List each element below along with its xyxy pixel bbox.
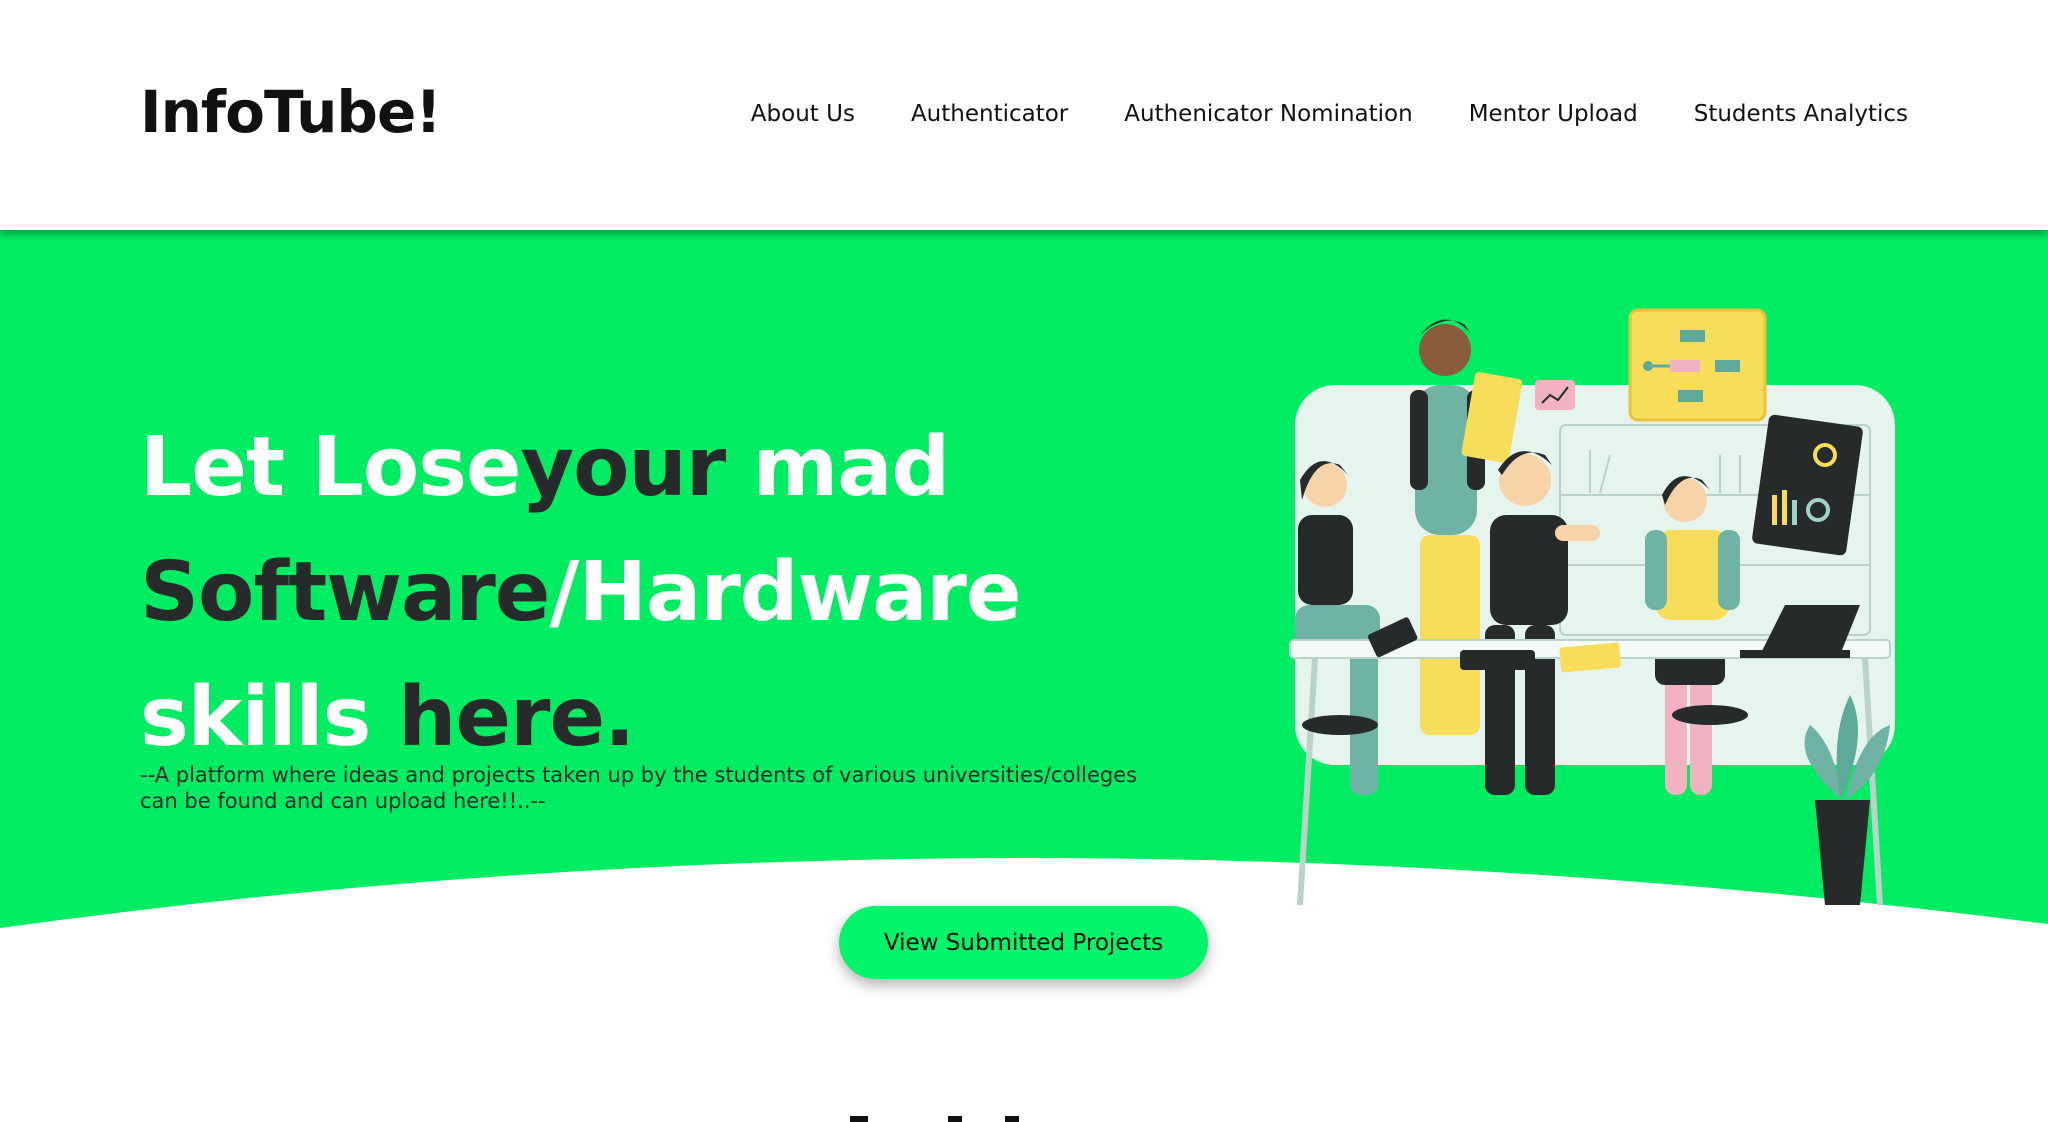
hero-title-part: your <box>520 420 727 515</box>
view-submitted-projects-button[interactable]: View Submitted Projects <box>839 906 1208 979</box>
nav-mentor-upload[interactable]: Mentor Upload <box>1469 101 1638 127</box>
nav-about-us[interactable]: About Us <box>751 101 855 127</box>
team-working-illustration <box>1289 308 1895 905</box>
hero-subtitle-line: can be found and can upload here!!..-- <box>140 789 546 813</box>
site-header: InfoTube! About Us Authenticator Autheni… <box>0 0 2048 230</box>
nav-students-analytics[interactable]: Students Analytics <box>1694 101 1908 127</box>
hero-title-part: skills <box>140 670 399 765</box>
hero-subtitle: --A platform where ideas and projects ta… <box>140 762 1140 814</box>
site-logo[interactable]: InfoTube! <box>140 78 442 146</box>
hero-title-part: here. <box>398 670 635 765</box>
hero-title-part: mad <box>725 420 950 515</box>
next-section-heading-partial <box>850 1116 1019 1122</box>
hero-title-part: Let Lose <box>140 420 522 515</box>
nav-authenticator-nomination[interactable]: Authenicator Nomination <box>1124 101 1412 127</box>
nav-authenticator[interactable]: Authenticator <box>911 101 1068 127</box>
main-nav: About Us Authenticator Authenicator Nomi… <box>751 101 1908 127</box>
hero-subtitle-line: --A platform where ideas and projects ta… <box>140 763 1138 787</box>
hero-section: Let Loseyour mad Software/Hardware skill… <box>0 230 2048 1119</box>
hero-title-part: Software <box>140 545 550 640</box>
hero-title: Let Loseyour mad Software/Hardware skill… <box>140 405 1240 780</box>
hero-title-part: /Hardware <box>549 545 1021 640</box>
